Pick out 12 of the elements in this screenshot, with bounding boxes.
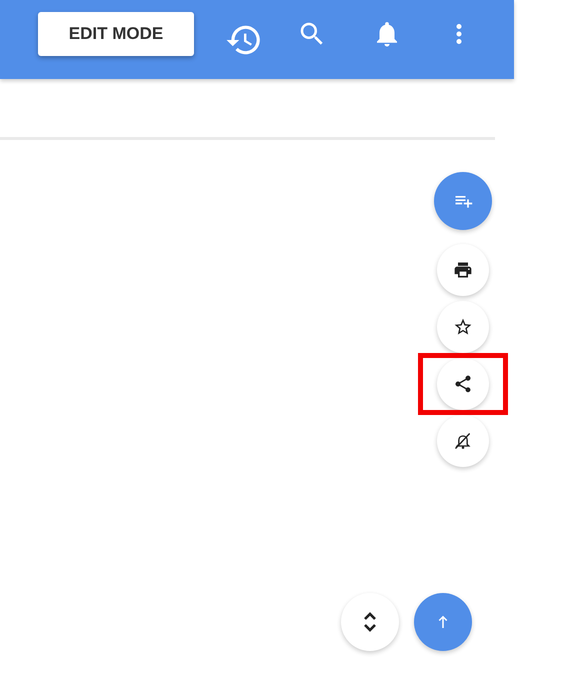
edit-mode-button[interactable]: EDIT MODE (38, 12, 194, 56)
star-button[interactable] (437, 301, 489, 353)
expand-collapse-button[interactable] (341, 593, 399, 651)
add-to-list-button[interactable] (434, 172, 492, 230)
printer-icon (453, 260, 473, 280)
mute-button[interactable] (437, 415, 489, 467)
bell-off-icon (453, 431, 473, 451)
share-icon (453, 374, 473, 394)
star-icon (453, 317, 473, 337)
print-button[interactable] (437, 244, 489, 296)
scroll-top-button[interactable] (414, 593, 472, 651)
share-button[interactable] (437, 358, 489, 410)
